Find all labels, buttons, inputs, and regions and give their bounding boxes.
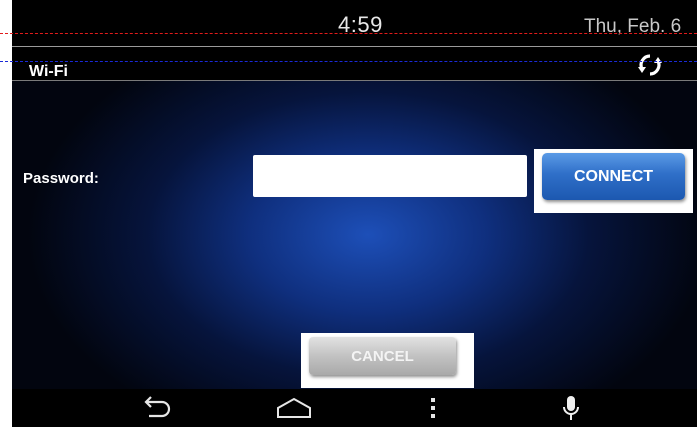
refresh-icon[interactable] bbox=[634, 51, 666, 79]
menu-icon[interactable] bbox=[413, 393, 453, 423]
title-bar-divider bbox=[12, 80, 697, 81]
device-screen: 4:59 Thu, Feb. 6 Wi-Fi Password: CONNECT… bbox=[12, 0, 697, 427]
status-date: Thu, Feb. 6 bbox=[584, 16, 682, 37]
status-bar: 4:59 Thu, Feb. 6 bbox=[12, 0, 697, 46]
password-label: Password: bbox=[23, 170, 99, 187]
title-bar: Wi-Fi bbox=[12, 47, 697, 80]
cancel-button-highlight: CANCEL bbox=[301, 333, 474, 388]
microphone-icon[interactable] bbox=[551, 393, 591, 423]
back-icon[interactable] bbox=[136, 393, 176, 423]
page-title: Wi-Fi bbox=[29, 63, 68, 80]
connect-button-highlight: CONNECT bbox=[534, 149, 693, 213]
cancel-button[interactable]: CANCEL bbox=[309, 337, 456, 375]
status-time: 4:59 bbox=[338, 12, 383, 37]
blue-guide-line bbox=[0, 61, 697, 62]
red-guide-line bbox=[0, 33, 697, 34]
connect-button[interactable]: CONNECT bbox=[542, 153, 685, 200]
password-field[interactable] bbox=[253, 155, 527, 197]
navigation-bar bbox=[12, 389, 697, 427]
home-icon[interactable] bbox=[274, 393, 314, 423]
